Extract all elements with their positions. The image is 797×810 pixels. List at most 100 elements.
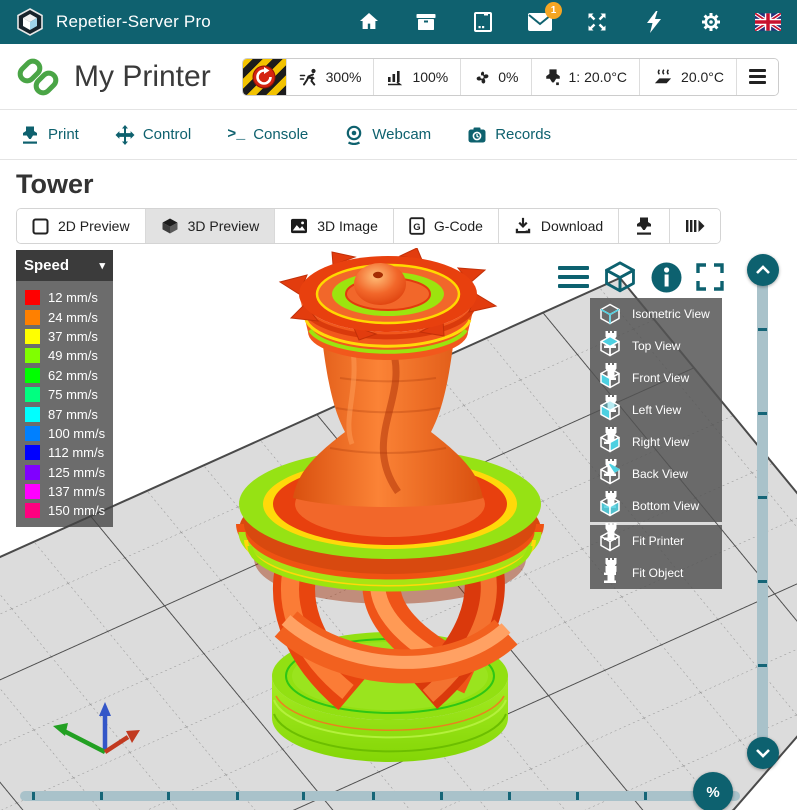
- subtab-3d-image[interactable]: 3D Image: [275, 209, 394, 243]
- chevron-down-icon: [753, 747, 773, 759]
- legend-color-swatch: [25, 348, 40, 363]
- print-progress-slider[interactable]: [20, 791, 740, 801]
- hamburger-icon: [749, 69, 766, 84]
- legend-color-swatch: [25, 426, 40, 441]
- tab-console-label: Console: [253, 126, 308, 143]
- language-flag-icon[interactable]: [755, 9, 781, 35]
- info-button[interactable]: [651, 262, 682, 293]
- legend-item-label: 75 mm/s: [48, 387, 98, 402]
- info-icon: [651, 262, 682, 293]
- legend-color-swatch: [25, 465, 40, 480]
- view-menu-item[interactable]: Bottom View: [590, 490, 722, 522]
- home-icon[interactable]: [356, 9, 382, 35]
- app-logo-icon[interactable]: [16, 8, 44, 36]
- emergency-stop-button[interactable]: [243, 59, 287, 95]
- legend-title: Speed: [24, 257, 69, 274]
- fan-value: 0%: [498, 69, 518, 85]
- print-queue-box-icon[interactable]: [413, 9, 439, 35]
- manual-book-icon[interactable]: [470, 9, 496, 35]
- tab-console[interactable]: >_ Console: [227, 126, 308, 143]
- legend-item: 125 mm/s: [16, 463, 113, 482]
- settings-gear-icon[interactable]: [698, 9, 724, 35]
- model-tower: [239, 248, 541, 762]
- view-menu-item[interactable]: Fit Printer: [590, 525, 722, 557]
- power-bolt-icon[interactable]: [641, 9, 667, 35]
- view-cube-icon: [598, 462, 622, 486]
- legend-item: 24 mm/s: [16, 307, 113, 326]
- legend-item: 137 mm/s: [16, 482, 113, 501]
- legend-items: 12 mm/s 24 mm/s 37 mm/s 49 mm/s 62 mm/s …: [16, 281, 113, 527]
- view-menu-item[interactable]: Right View: [590, 426, 722, 458]
- subtab-print-this-button[interactable]: [619, 209, 670, 243]
- layer-down-button[interactable]: [747, 737, 779, 769]
- layer-up-button[interactable]: [747, 254, 779, 286]
- extruder-icon: [544, 68, 562, 86]
- legend-item-label: 150 mm/s: [48, 503, 105, 518]
- view-menu-item[interactable]: Fit Object: [590, 557, 722, 589]
- runner-icon: [299, 68, 319, 86]
- tab-records[interactable]: Records: [467, 125, 551, 145]
- heated-bed-icon: [652, 68, 674, 86]
- view-menu-item[interactable]: Back View: [590, 458, 722, 490]
- legend-color-swatch: [25, 445, 40, 460]
- extruder-temp-value: 1: 20.0°C: [569, 69, 628, 85]
- page-title: Tower: [0, 160, 797, 204]
- layers-menu-button[interactable]: [558, 266, 589, 288]
- legend-item-label: 87 mm/s: [48, 407, 98, 422]
- legend-item-label: 12 mm/s: [48, 290, 98, 305]
- hamburger-icon: [558, 266, 589, 288]
- gcode-file-icon: G: [409, 217, 425, 235]
- view-menu-item[interactable]: Front View: [590, 362, 722, 394]
- view-menu-item-label: Back View: [632, 467, 688, 481]
- subtab-3d-preview[interactable]: 3D Preview: [146, 209, 276, 243]
- bed-temp-value: 20.0°C: [681, 69, 724, 85]
- extruder-temp-button[interactable]: 1: 20.0°C: [532, 59, 641, 95]
- view-menu-item-label: Left View: [632, 403, 681, 417]
- view-menu-item-label: Isometric View: [632, 307, 710, 321]
- legend-color-swatch: [25, 387, 40, 402]
- legend-mode-dropdown[interactable]: Speed ▾: [16, 250, 113, 281]
- printer-menu-button[interactable]: [737, 59, 778, 95]
- axis-indicator: [40, 678, 160, 763]
- expand-arrows-icon[interactable]: [584, 9, 610, 35]
- view-cube-icon: [598, 529, 622, 553]
- chevron-down-icon: ▾: [99, 259, 105, 272]
- view-menu-fit: Fit Printer Fit Object: [590, 525, 722, 589]
- subtab-download[interactable]: Download: [499, 209, 619, 243]
- messages-mail-icon[interactable]: 1: [527, 9, 553, 35]
- subtab-2d-preview[interactable]: 2D Preview: [17, 209, 146, 243]
- gcode-3d-viewport[interactable]: Speed ▾ 12 mm/s 24 mm/s 37 mm/s 49 mm/s …: [0, 248, 797, 810]
- flow-value: 100%: [412, 69, 448, 85]
- app-title: Repetier-Server Pro: [56, 12, 211, 32]
- view-menu-item[interactable]: Top View: [590, 330, 722, 362]
- view-cube-button[interactable]: [602, 260, 638, 294]
- view-cube-icon: [598, 366, 622, 390]
- layers-play-icon: [685, 217, 705, 235]
- subtab-gcode[interactable]: G G-Code: [394, 209, 499, 243]
- legend-color-swatch: [25, 310, 40, 325]
- tab-webcam[interactable]: Webcam: [344, 125, 431, 145]
- percent-mode-button[interactable]: %: [693, 772, 733, 810]
- view-cube-icon: [598, 430, 622, 454]
- subtab-layer-play-button[interactable]: [670, 209, 720, 243]
- view-menu-item[interactable]: Left View: [590, 394, 722, 426]
- view-cube-icon: [598, 494, 622, 518]
- tab-control[interactable]: Control: [115, 125, 191, 145]
- printer-header: My Printer 300% 100%: [0, 44, 797, 110]
- tab-print[interactable]: Print: [20, 125, 79, 145]
- layer-slider-vertical[interactable]: [757, 270, 768, 753]
- view-menu-item[interactable]: Isometric View: [590, 298, 722, 330]
- view-cube-icon: [598, 561, 622, 585]
- legend-color-swatch: [25, 329, 40, 344]
- legend-item: 100 mm/s: [16, 424, 113, 443]
- view-cube-icon: [598, 302, 622, 326]
- fan-button[interactable]: 0%: [461, 59, 531, 95]
- speed-legend: Speed ▾ 12 mm/s 24 mm/s 37 mm/s 49 mm/s …: [16, 250, 113, 527]
- speed-multiplier-button[interactable]: 300%: [287, 59, 375, 95]
- tab-records-label: Records: [495, 126, 551, 143]
- printer-tabs: Print Control >_ Console Webcam Records: [0, 110, 797, 160]
- flow-multiplier-button[interactable]: 100%: [374, 59, 461, 95]
- bed-temp-button[interactable]: 20.0°C: [640, 59, 737, 95]
- flow-icon: [386, 68, 405, 86]
- fullscreen-button[interactable]: [695, 262, 725, 292]
